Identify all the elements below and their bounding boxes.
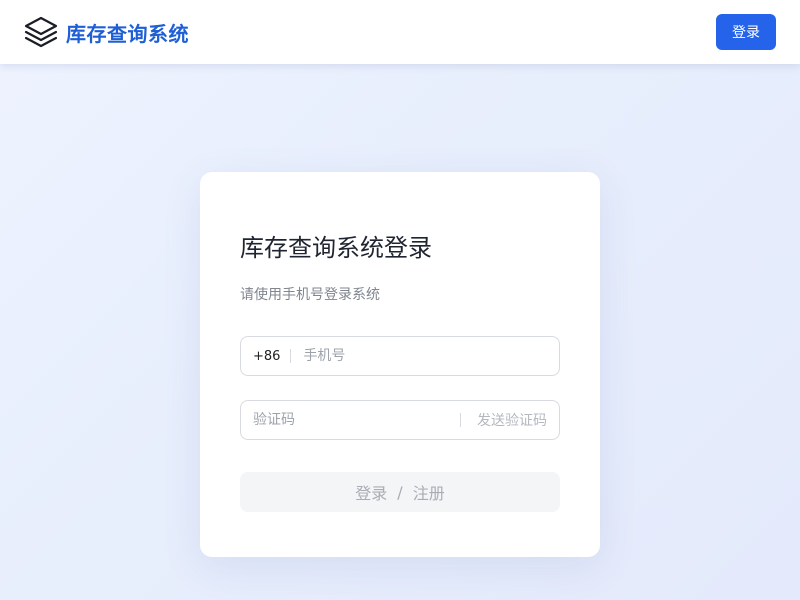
send-code-button[interactable]: 发送验证码 <box>477 410 547 430</box>
verification-code-input[interactable] <box>253 412 452 428</box>
country-code-prefix[interactable]: +86 <box>253 349 280 364</box>
app-title: 库存查询系统 <box>66 21 189 46</box>
phone-field: +86 <box>240 336 560 376</box>
register-label: 注册 <box>412 484 445 503</box>
top-header: 库存查询系统 登录 <box>0 0 800 64</box>
login-title: 库存查询系统登录 <box>240 234 432 262</box>
field-divider <box>290 349 292 363</box>
login-register-button[interactable]: 登录 / 注册 <box>240 472 560 512</box>
login-card: 库存查询系统登录 请使用手机号登录系统 +86 发送验证码 登录 / 注册 <box>200 172 600 557</box>
field-divider <box>460 413 461 427</box>
separator: / <box>397 482 403 502</box>
header-login-button[interactable]: 登录 <box>716 14 776 50</box>
verification-code-field: 发送验证码 <box>240 400 560 440</box>
phone-input[interactable] <box>303 348 547 364</box>
layers-icon <box>24 15 58 49</box>
login-subtitle: 请使用手机号登录系统 <box>240 287 380 303</box>
login-label: 登录 <box>355 484 388 503</box>
brand: 库存查询系统 <box>24 15 189 49</box>
